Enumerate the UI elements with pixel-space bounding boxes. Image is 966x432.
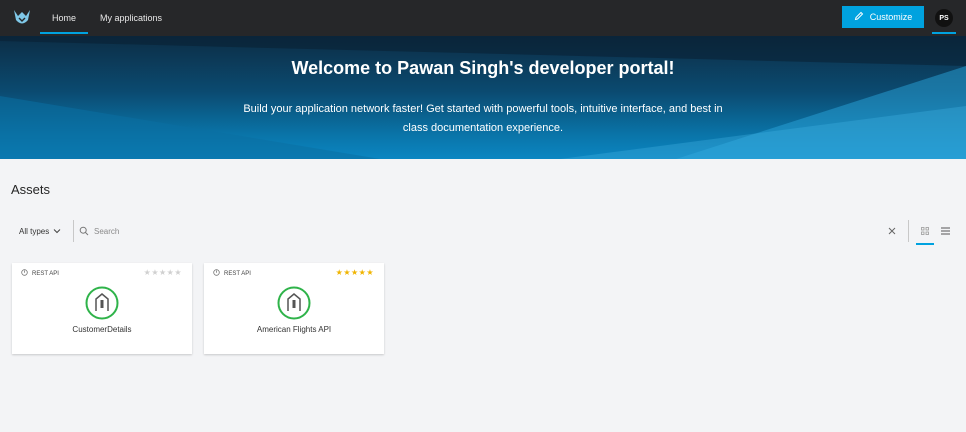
asset-type: REST API: [21, 269, 59, 278]
asset-type: REST API: [213, 269, 251, 278]
type-filter-value: All types: [19, 226, 50, 236]
asset-type-label: REST API: [32, 270, 59, 277]
api-icon: [85, 286, 119, 320]
list-icon: [940, 222, 950, 240]
asset-name: American Flights API: [256, 325, 332, 334]
rest-api-icon: [213, 269, 220, 278]
star-icon: ★: [343, 268, 351, 277]
rating-stars: ★★★★★: [336, 268, 374, 277]
tab-home[interactable]: Home: [40, 0, 89, 36]
rating-stars: ★★★★★: [144, 268, 182, 277]
api-icon: [277, 286, 311, 320]
tab-home-label: Home: [52, 13, 77, 23]
hero-background-shapes: [0, 36, 966, 159]
search-input[interactable]: [94, 220, 884, 242]
hero-banner: Welcome to Pawan Singh's developer porta…: [0, 36, 966, 159]
tab-my-applications-label: My applications: [100, 13, 163, 23]
asset-card-customerdetails[interactable]: REST API ★★★★★ CustomerDetails: [12, 263, 192, 354]
avatar: PS: [935, 9, 953, 27]
chevron-down-icon: [53, 227, 61, 236]
hero-title: Welcome to Pawan Singh's developer porta…: [291, 58, 675, 78]
asset-name: CustomerDetails: [72, 325, 132, 334]
star-icon: ★: [350, 268, 359, 277]
top-nav: Home My applications Customize PS: [0, 0, 966, 36]
assets-title: Assets: [11, 182, 51, 197]
asset-type-label: REST API: [224, 270, 251, 277]
user-menu[interactable]: PS: [928, 0, 960, 36]
grid-view-button[interactable]: [915, 220, 935, 245]
search-icon: [74, 220, 94, 242]
clear-search-button[interactable]: [884, 220, 900, 242]
customize-label: Customize: [869, 12, 913, 22]
divider: [908, 220, 909, 242]
type-filter-dropdown[interactable]: All types: [11, 220, 73, 242]
star-icon: ★: [158, 268, 167, 277]
star-icon: ★: [151, 268, 159, 277]
hero-subtitle: Build your application network faster! G…: [243, 103, 723, 134]
pencil-icon: [854, 11, 864, 23]
mulesoft-logo-icon[interactable]: [4, 0, 40, 36]
asset-filter-bar: All types: [11, 220, 955, 245]
star-icon: ★: [174, 268, 182, 277]
star-icon: ★: [366, 268, 374, 277]
list-view-button[interactable]: [935, 220, 955, 242]
tab-my-applications[interactable]: My applications: [88, 0, 174, 36]
asset-card-american-flights-api[interactable]: REST API ★★★★★ American Flights API: [204, 263, 384, 354]
close-icon: [888, 222, 896, 240]
rest-api-icon: [21, 269, 28, 278]
grid-icon: [921, 222, 929, 240]
customize-button[interactable]: Customize: [842, 6, 924, 28]
